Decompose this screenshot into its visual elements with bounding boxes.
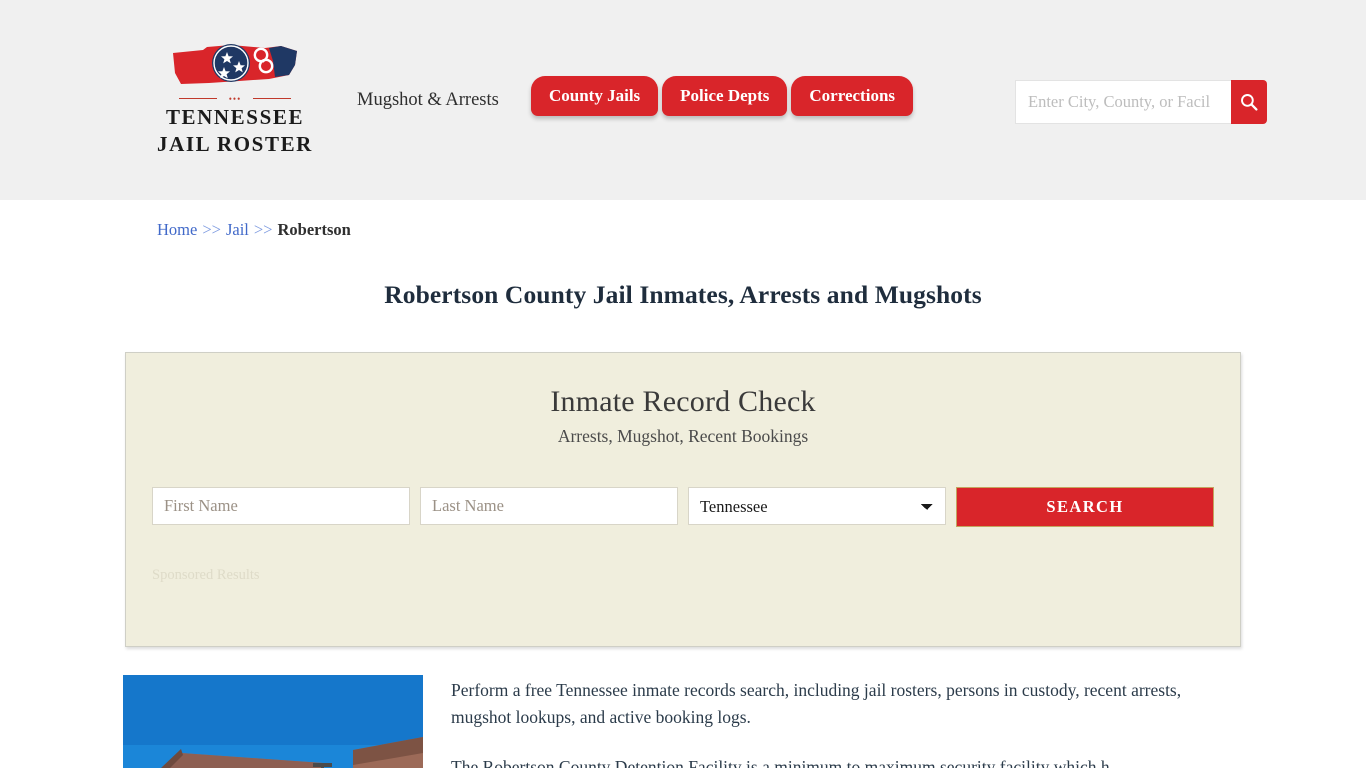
nav-tab-corrections[interactable]: Corrections — [791, 76, 914, 116]
breadcrumb-item-home[interactable]: Home — [157, 220, 197, 239]
logo-divider: ••• — [179, 94, 291, 104]
header-search-input[interactable] — [1015, 80, 1231, 124]
state-select[interactable]: Tennessee — [688, 487, 946, 525]
site-tagline: Mugshot & Arrests — [357, 89, 499, 110]
breadcrumb-item-jail[interactable]: Jail — [226, 220, 249, 239]
breadcrumb-separator-2: >> — [253, 220, 273, 239]
breadcrumb: Home >> Jail >> Robertson — [157, 200, 1243, 240]
nav-tab-police-depts[interactable]: Police Depts — [662, 76, 788, 116]
header-search-button[interactable] — [1231, 80, 1267, 124]
site-header: ••• TENNESSEE JAIL ROSTER Mugshot & Arre… — [0, 0, 1366, 200]
logo-text-line1: TENNESSEE — [165, 105, 305, 129]
inmate-search-form: Tennessee SEARCH — [152, 487, 1214, 527]
tennessee-state-handcuffs-icon — [173, 44, 297, 84]
facility-photo-image — [123, 675, 423, 768]
breadcrumb-separator-1: >> — [202, 220, 221, 239]
breadcrumb-item-current: Robertson — [277, 220, 351, 239]
search-icon — [1241, 94, 1258, 111]
panel-subtitle: Arrests, Mugshot, Recent Bookings — [557, 426, 809, 446]
nav-tab-county-jails[interactable]: County Jails — [531, 76, 659, 116]
facility-photo — [123, 675, 423, 768]
last-name-input[interactable] — [420, 487, 678, 525]
inmate-record-check-panel: Inmate Record Check Arrests, Mugshot, Re… — [125, 352, 1241, 647]
logo-dots: ••• — [228, 94, 242, 104]
inmate-search-button[interactable]: SEARCH — [956, 487, 1214, 527]
facility-description-section: Perform a free Tennessee inmate records … — [123, 675, 1243, 768]
logo-text-line2: JAIL ROSTER — [157, 132, 313, 156]
sponsored-results-label: Sponsored Results — [152, 567, 260, 583]
first-name-input[interactable] — [152, 487, 410, 525]
panel-title: Inmate Record Check — [550, 385, 816, 418]
main-navigation: County Jails Police Depts Corrections — [531, 76, 914, 116]
description-paragraph-2: The Robertson County Detention Facility … — [451, 757, 1110, 768]
header-search-form — [1015, 80, 1267, 124]
description-paragraph-1: Perform a free Tennessee inmate records … — [451, 680, 1182, 727]
page-title: Robertson County Jail Inmates, Arrests a… — [384, 280, 982, 309]
site-logo[interactable]: ••• TENNESSEE JAIL ROSTER — [155, 39, 315, 157]
facility-description-text: Perform a free Tennessee inmate records … — [451, 675, 1243, 768]
